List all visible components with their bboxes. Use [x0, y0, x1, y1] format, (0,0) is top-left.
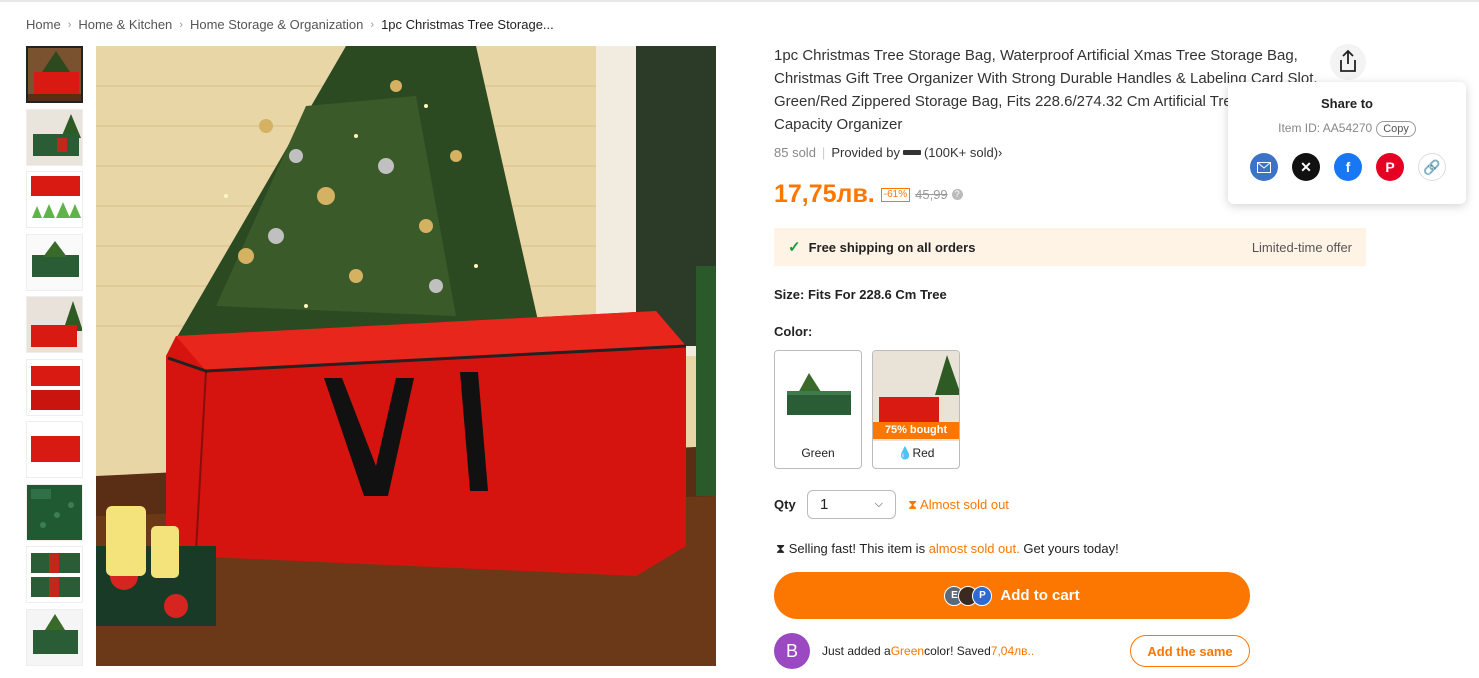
thumbnail-10[interactable] — [26, 608, 83, 666]
green-swatch-image — [775, 351, 861, 441]
breadcrumb-home[interactable]: Home — [26, 17, 61, 32]
color-name-green: Green — [801, 446, 835, 460]
just-added-pre: Just added a — [822, 644, 891, 658]
color-name-red-wrap: 💧Red — [873, 446, 959, 460]
provider-sold[interactable]: (100K+ sold) — [924, 145, 998, 160]
hourglass-icon: ⧗ — [908, 497, 918, 512]
stock-text: Almost sold out — [920, 497, 1009, 512]
price-row: 17,75лв. -61% 45,99 ? — [774, 180, 963, 209]
just-added-notice: B Just added a Green color! Saved 7,04лв… — [774, 633, 1034, 669]
thumbnail-6[interactable] — [26, 358, 83, 416]
chevron-right-icon: › — [179, 18, 183, 31]
thumbnail-7[interactable] — [26, 421, 83, 478]
qty-value: 1 — [820, 496, 829, 513]
selling-fast: ⧗ Selling fast! This item is almost sold… — [776, 541, 1119, 557]
avatar: P — [972, 585, 993, 606]
link-icon[interactable]: 🔗 — [1418, 153, 1446, 181]
divider: | — [821, 145, 826, 160]
thumbnail-list — [26, 46, 83, 671]
stock-warning: ⧗ Almost sold out — [908, 497, 1009, 513]
limited-offer: Limited-time offer — [1251, 239, 1352, 255]
color-label: Color: — [774, 324, 813, 339]
add-to-cart-button[interactable]: E P Add to cart — [774, 572, 1250, 619]
selling-highlight: almost sold out. — [928, 541, 1020, 556]
x-icon[interactable]: ✕ — [1292, 153, 1320, 181]
selling-pre: Selling fast! This item is — [788, 541, 929, 556]
avatar: B — [774, 633, 810, 669]
size-value: Fits For 228.6 Cm Tree — [807, 287, 947, 302]
pinterest-icon[interactable]: P — [1376, 153, 1404, 181]
shipping-banner: ✓ Free shipping on all orders Limited-ti… — [774, 228, 1366, 266]
selling-post: Get yours today! — [1019, 541, 1119, 556]
chevron-right-icon: › — [370, 18, 375, 31]
hourglass-icon: ⧗ — [776, 541, 786, 556]
chevron-down-icon: ⌵ — [874, 498, 883, 510]
chevron-right-icon[interactable]: › — [998, 145, 1002, 160]
main-product-image[interactable] — [96, 46, 716, 666]
thumbnail-5[interactable] — [26, 296, 83, 353]
share-popover: Share to Item ID: AA54270 Copy ✕ f P 🔗 — [1228, 82, 1466, 204]
share-icon — [1340, 49, 1356, 72]
add-the-same-button[interactable]: Add the same — [1130, 635, 1250, 667]
item-id-row: Item ID: AA54270 Copy — [1228, 121, 1466, 137]
thumbnail-3[interactable] — [26, 171, 83, 228]
avatar-group: E P — [944, 585, 993, 606]
color-name-red: Red — [912, 446, 935, 460]
thumbnail-9[interactable] — [26, 546, 83, 603]
just-added-amount: 7,04лв.. — [990, 644, 1035, 658]
top-divider — [0, 0, 1479, 2]
just-added-mid: color! Saved — [924, 644, 991, 658]
qty-select[interactable]: 1 ⌵ — [807, 490, 896, 519]
thumbnail-1[interactable] — [26, 46, 83, 103]
share-icons: ✕ f P 🔗 — [1250, 153, 1460, 181]
just-added-color: Green — [890, 644, 925, 658]
add-to-cart-label: Add to cart — [1000, 587, 1080, 604]
email-icon[interactable] — [1250, 153, 1278, 181]
discount-badge: -61% — [880, 187, 911, 202]
color-option-green[interactable]: Green — [774, 350, 862, 469]
thumbnail-2[interactable] — [26, 108, 83, 166]
provided-by-label[interactable]: Provided by — [831, 145, 900, 160]
bought-badge: 75% bought — [873, 422, 959, 439]
thumbnail-4[interactable] — [26, 233, 83, 291]
breadcrumb-storage[interactable]: Home Storage & Organization — [190, 17, 363, 32]
share-button[interactable] — [1330, 44, 1366, 80]
copy-button[interactable]: Copy — [1376, 121, 1416, 137]
fire-icon: 💧 — [897, 446, 913, 460]
sold-count: 85 sold — [774, 145, 816, 160]
color-option-red[interactable]: 75% bought 💧Red — [872, 350, 960, 469]
qty-label: Qty — [774, 497, 796, 512]
chevron-right-icon: › — [67, 18, 72, 31]
facebook-icon[interactable]: f — [1334, 153, 1362, 181]
provider-logo-icon — [902, 150, 921, 155]
sold-info: 85 sold | Provided by (100K+ sold) › — [774, 145, 1002, 160]
share-title: Share to — [1320, 96, 1373, 111]
size-label: Size: — [774, 287, 805, 302]
current-price: 17,75лв. — [774, 180, 875, 208]
original-price: 45,99 — [915, 187, 948, 202]
size-info: Size: Fits For 228.6 Cm Tree — [774, 287, 947, 302]
breadcrumb-current: 1pc Christmas Tree Storage... — [381, 17, 554, 32]
breadcrumb: Home › Home & Kitchen › Home Storage & O… — [26, 17, 554, 32]
check-icon: ✓ — [788, 239, 801, 256]
info-icon[interactable]: ? — [951, 189, 963, 200]
breadcrumb-home-kitchen[interactable]: Home & Kitchen — [78, 17, 172, 32]
thumbnail-8[interactable] — [26, 483, 83, 541]
shipping-text: Free shipping on all orders — [808, 239, 976, 255]
item-id: Item ID: AA54270 — [1278, 121, 1373, 135]
